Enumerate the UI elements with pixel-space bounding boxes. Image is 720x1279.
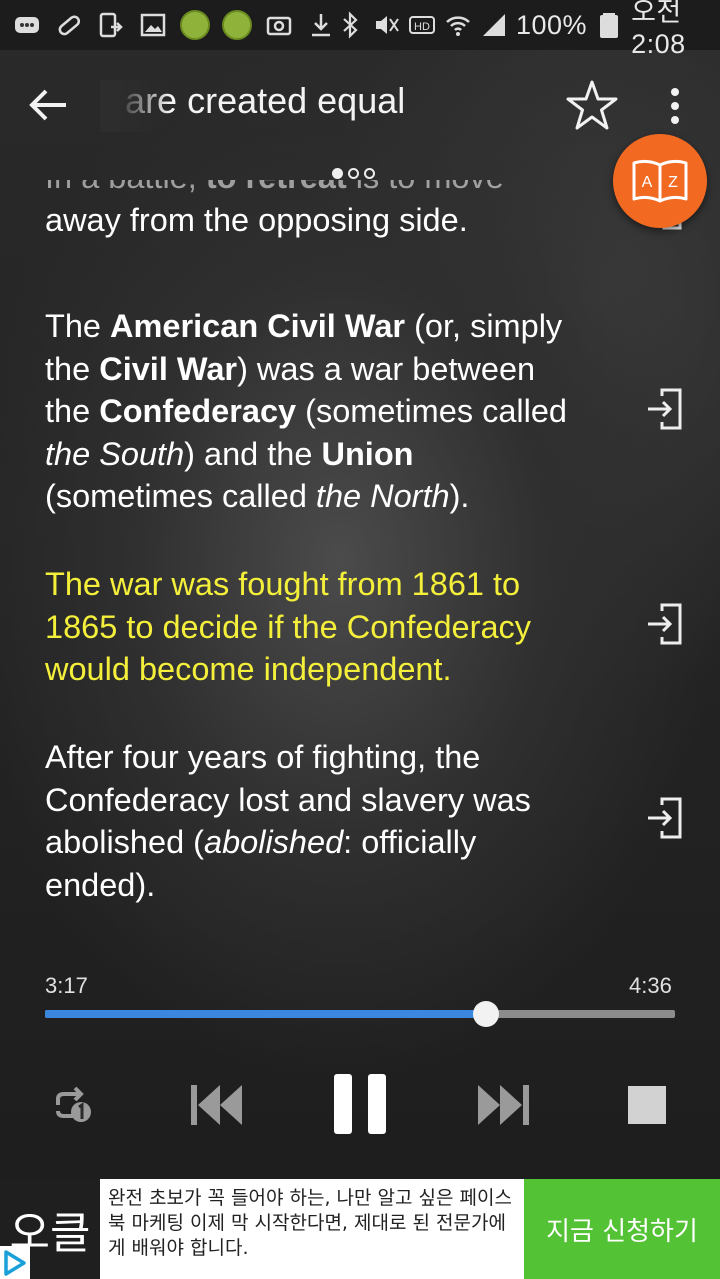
repeat-one-icon xyxy=(56,1086,91,1122)
ad-choices-icon[interactable] xyxy=(0,1246,30,1279)
chat-icon xyxy=(12,10,42,40)
arrow-back-icon xyxy=(29,89,66,121)
title-marquee: All men are created equal xyxy=(100,80,450,132)
image-icon xyxy=(138,10,168,40)
total-time: 4:36 xyxy=(629,973,672,998)
camera-icon xyxy=(264,10,294,40)
wifi-icon xyxy=(444,10,472,40)
transcript-sentence[interactable]: The American Civil War (or, simply the C… xyxy=(45,305,625,518)
current-time: 3:17 xyxy=(45,973,88,998)
previous-button[interactable] xyxy=(186,1080,246,1130)
page-dot[interactable] xyxy=(348,168,359,179)
seek-progress xyxy=(45,1010,486,1018)
dictionary-icon: A Z xyxy=(632,159,688,203)
jump-to-sentence-icon[interactable] xyxy=(646,388,684,430)
mute-icon xyxy=(372,10,400,40)
transcript-sentence[interactable]: After four years of fighting, the Confed… xyxy=(45,736,625,906)
page-dot[interactable] xyxy=(332,168,343,179)
status-bar: HD 100% 오전 2:08 xyxy=(0,0,720,59)
toolbar: All men are created equal xyxy=(0,60,720,150)
ad-cta-button[interactable]: 지금 신청하기 xyxy=(524,1179,720,1279)
svg-text:HD: HD xyxy=(414,21,430,33)
page-indicator xyxy=(332,168,375,179)
more-vert-icon xyxy=(671,88,679,124)
pause-button[interactable] xyxy=(330,1070,390,1138)
svg-text:A: A xyxy=(642,174,653,191)
more-options-button[interactable] xyxy=(660,84,690,128)
clock: 오전 2:08 xyxy=(631,0,686,59)
seek-bar[interactable] xyxy=(45,1001,675,1027)
stop-icon xyxy=(628,1086,666,1124)
app-icon xyxy=(222,10,252,40)
skip-previous-icon xyxy=(191,1085,242,1125)
pill-icon xyxy=(54,10,84,40)
notification-icons xyxy=(0,10,336,40)
download-icon xyxy=(306,10,336,40)
dictionary-button[interactable]: A Z xyxy=(613,134,707,228)
repeat-one-button[interactable] xyxy=(50,1085,94,1125)
star-outline-icon xyxy=(566,80,618,130)
hd-icon: HD xyxy=(408,10,436,40)
favorite-button[interactable] xyxy=(564,78,620,134)
app-icon xyxy=(180,10,210,40)
jump-to-sentence-icon[interactable] xyxy=(646,603,684,645)
ad-banner[interactable]: 오클 완전 초보가 꼭 들어야 하는, 나만 알고 싶은 페이스북 마케팅 이제… xyxy=(0,1179,720,1279)
back-button[interactable] xyxy=(26,82,72,128)
signal-icon xyxy=(480,10,508,40)
transcript-sentence[interactable]: In a battle, to retreat is to move away … xyxy=(45,180,625,253)
svg-text:Z: Z xyxy=(668,174,678,191)
system-indicators: HD 100% 오전 2:08 xyxy=(336,0,720,60)
screen-share-icon xyxy=(96,10,126,40)
pause-icon xyxy=(334,1074,386,1134)
ad-text[interactable]: 완전 초보가 꼭 들어야 하는, 나만 알고 싶은 페이스북 마케팅 이제 막 … xyxy=(108,1186,518,1261)
jump-to-sentence-icon[interactable] xyxy=(646,797,684,839)
stop-button[interactable] xyxy=(626,1084,668,1126)
page-dot[interactable] xyxy=(364,168,375,179)
battery-icon xyxy=(595,10,623,40)
transcript: In a battle, to retreat is to move away … xyxy=(0,180,720,940)
battery-percent: 100% xyxy=(516,9,588,40)
transcript-sentence-current[interactable]: The war was fought from 1861 to 1865 to … xyxy=(45,563,625,691)
next-button[interactable] xyxy=(474,1080,534,1130)
bluetooth-icon xyxy=(336,10,364,40)
skip-next-icon xyxy=(478,1085,529,1125)
playback-controls xyxy=(0,1070,720,1140)
seek-thumb[interactable] xyxy=(473,1001,499,1027)
